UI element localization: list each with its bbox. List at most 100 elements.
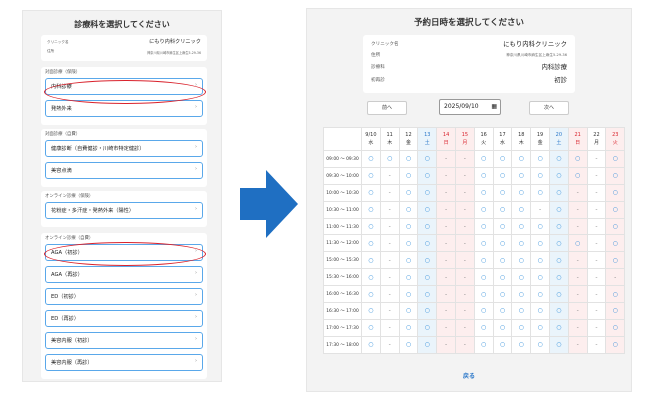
slot-available[interactable]: ○	[511, 285, 532, 304]
slot-available[interactable]: ○	[530, 234, 550, 253]
slot-available[interactable]: ○	[417, 302, 438, 320]
department-option[interactable]: AGA（再診） ›	[45, 266, 203, 283]
prev-week-button[interactable]: 前へ	[367, 101, 407, 115]
slot-available[interactable]: ○	[548, 302, 569, 320]
slot-available[interactable]: ○	[511, 217, 532, 236]
slot-available[interactable]: ○	[548, 166, 569, 185]
slot-available[interactable]: ○	[567, 234, 588, 253]
slot-available[interactable]: ○	[530, 183, 550, 202]
slot-available[interactable]: ○	[473, 150, 494, 168]
slot-available[interactable]: ○	[567, 166, 588, 185]
slot-available[interactable]: ○	[605, 234, 626, 253]
slot-available[interactable]: ○	[492, 166, 513, 185]
slot-available[interactable]: ○	[417, 234, 438, 253]
slot-available[interactable]: ○	[361, 150, 381, 168]
slot-available[interactable]: ○	[473, 217, 494, 236]
slot-available[interactable]: ○	[605, 285, 626, 304]
slot-available[interactable]: ○	[361, 318, 381, 337]
slot-available[interactable]: ○	[492, 200, 513, 219]
slot-available[interactable]: ○	[361, 217, 381, 236]
slot-available[interactable]: ○	[417, 200, 438, 219]
slot-available[interactable]: ○	[511, 200, 532, 219]
slot-available[interactable]: ○	[492, 234, 513, 253]
slot-available[interactable]: ○	[567, 150, 588, 168]
slot-available[interactable]: ○	[511, 318, 532, 337]
slot-available[interactable]: ○	[398, 183, 419, 202]
slot-available[interactable]: ○	[605, 217, 626, 236]
slot-available[interactable]: ○	[492, 251, 513, 270]
slot-available[interactable]: ○	[548, 251, 569, 270]
department-option[interactable]: 美容内服（再診） ›	[45, 354, 203, 371]
slot-available[interactable]: ○	[605, 251, 626, 270]
slot-available[interactable]: ○	[530, 335, 550, 354]
department-option[interactable]: 美容点滴 ›	[45, 162, 203, 179]
slot-available[interactable]: ○	[361, 335, 381, 354]
slot-available[interactable]: ○	[398, 217, 419, 236]
calendar-icon[interactable]: ▦	[491, 100, 497, 114]
slot-available[interactable]: ○	[398, 166, 419, 185]
slot-available[interactable]: ○	[530, 285, 550, 304]
slot-available[interactable]: ○	[530, 150, 550, 168]
slot-available[interactable]: ○	[548, 234, 569, 253]
slot-available[interactable]: ○	[511, 150, 532, 168]
slot-available[interactable]: ○	[605, 183, 626, 202]
slot-available[interactable]: ○	[492, 150, 513, 168]
slot-available[interactable]: ○	[511, 234, 532, 253]
slot-available[interactable]: ○	[530, 318, 550, 337]
slot-available[interactable]: ○	[473, 183, 494, 202]
slot-available[interactable]: ○	[492, 335, 513, 354]
slot-available[interactable]: ○	[511, 302, 532, 320]
slot-available[interactable]: ○	[417, 217, 438, 236]
department-option[interactable]: ED（再診） ›	[45, 310, 203, 327]
department-option[interactable]: 健康診断（自費健診・川崎市特定健診） ›	[45, 140, 203, 157]
slot-available[interactable]: ○	[605, 318, 626, 337]
slot-available[interactable]: ○	[361, 302, 381, 320]
slot-available[interactable]: ○	[530, 166, 550, 185]
slot-available[interactable]: ○	[605, 150, 626, 168]
slot-available[interactable]: ○	[530, 302, 550, 320]
slot-available[interactable]: ○	[492, 285, 513, 304]
slot-available[interactable]: ○	[473, 234, 494, 253]
slot-available[interactable]: ○	[473, 200, 494, 219]
slot-available[interactable]: ○	[605, 200, 626, 219]
date-input[interactable]: 2025/09/10 ▦	[439, 99, 501, 115]
slot-available[interactable]: ○	[492, 302, 513, 320]
slot-available[interactable]: ○	[530, 251, 550, 270]
slot-available[interactable]: ○	[398, 285, 419, 304]
slot-available[interactable]: ○	[361, 268, 381, 287]
department-option[interactable]: 花粉症・多汗症・発熱外来（陽性） ›	[45, 202, 203, 219]
slot-available[interactable]: ○	[417, 318, 438, 337]
slot-available[interactable]: ○	[492, 268, 513, 287]
slot-available[interactable]: ○	[417, 150, 438, 168]
slot-available[interactable]: ○	[417, 251, 438, 270]
slot-available[interactable]: ○	[361, 234, 381, 253]
next-week-button[interactable]: 次へ	[529, 101, 569, 115]
slot-available[interactable]: ○	[548, 268, 569, 287]
slot-available[interactable]: ○	[530, 217, 550, 236]
slot-available[interactable]: ○	[398, 268, 419, 287]
slot-available[interactable]: ○	[511, 166, 532, 185]
slot-available[interactable]: ○	[398, 150, 419, 168]
slot-available[interactable]: ○	[548, 285, 569, 304]
slot-available[interactable]: ○	[417, 268, 438, 287]
slot-available[interactable]: ○	[417, 285, 438, 304]
slot-available[interactable]: ○	[605, 335, 626, 354]
slot-available[interactable]: ○	[473, 302, 494, 320]
slot-available[interactable]: ○	[511, 268, 532, 287]
slot-available[interactable]: ○	[398, 234, 419, 253]
slot-available[interactable]: ○	[398, 200, 419, 219]
slot-available[interactable]: ○	[605, 302, 626, 320]
slot-available[interactable]: ○	[548, 200, 569, 219]
slot-available[interactable]: ○	[548, 150, 569, 168]
slot-available[interactable]: ○	[398, 302, 419, 320]
slot-available[interactable]: ○	[492, 318, 513, 337]
slot-available[interactable]: ○	[492, 183, 513, 202]
slot-available[interactable]: ○	[417, 183, 438, 202]
slot-available[interactable]: ○	[473, 285, 494, 304]
slot-available[interactable]: ○	[473, 268, 494, 287]
slot-available[interactable]: ○	[548, 335, 569, 354]
slot-available[interactable]: ○	[511, 335, 532, 354]
slot-available[interactable]: ○	[361, 166, 381, 185]
department-option[interactable]: ED（初診） ›	[45, 288, 203, 305]
slot-available[interactable]: ○	[605, 166, 626, 185]
